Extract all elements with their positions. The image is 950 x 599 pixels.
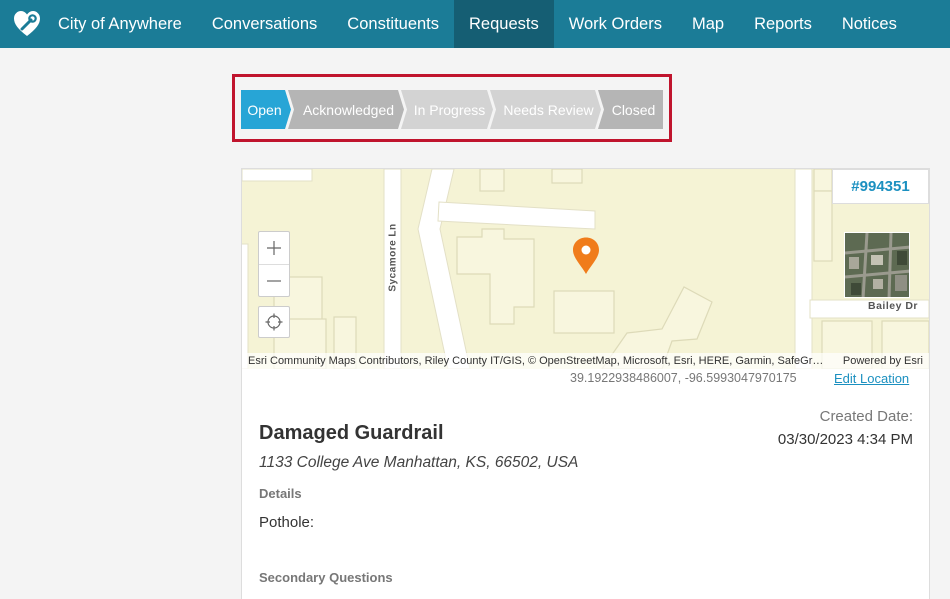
location-pin-icon[interactable] <box>571 236 601 276</box>
minus-icon <box>267 279 281 282</box>
street-label-bailey: Bailey Dr <box>868 300 919 312</box>
nav-item-constituents[interactable]: Constituents <box>332 0 454 48</box>
step-open[interactable]: Open <box>241 90 291 129</box>
request-title: Damaged Guardrail <box>259 422 444 444</box>
coordinates-readout: 39.1922938486007, -96.5993047970175 <box>570 371 797 385</box>
details-heading: Details <box>259 486 302 501</box>
edit-location-link[interactable]: Edit Location <box>834 371 909 386</box>
nav-item-conversations[interactable]: Conversations <box>197 0 332 48</box>
nav-item-notices[interactable]: Notices <box>827 0 912 48</box>
top-nav: City of Anywhere Conversations Constitue… <box>0 0 950 48</box>
plus-icon <box>267 241 281 255</box>
created-date-label: Created Date: <box>819 408 913 425</box>
zoom-out-button[interactable] <box>259 264 289 296</box>
nav-item-requests[interactable]: Requests <box>454 0 554 48</box>
location-map[interactable]: Sycamore Ln Bailey Dr #994351 Esri Commu… <box>242 169 929 369</box>
locate-button[interactable] <box>258 306 290 338</box>
nav-item-map[interactable]: Map <box>677 0 739 48</box>
zoom-in-button[interactable] <box>259 232 289 264</box>
nav-item-work-orders[interactable]: Work Orders <box>554 0 677 48</box>
step-acknowledged[interactable]: Acknowledged <box>288 90 404 129</box>
map-attribution: Esri Community Maps Contributors, Riley … <box>242 353 929 369</box>
status-stepper: Open Acknowledged In Progress Needs Revi… <box>241 90 663 129</box>
zoom-control <box>258 231 290 297</box>
request-address: 1133 College Ave Manhattan, KS, 66502, U… <box>259 454 579 471</box>
crosshair-icon <box>265 313 283 331</box>
street-label-sycamore: Sycamore Ln <box>388 222 399 292</box>
nav-item-reports[interactable]: Reports <box>739 0 827 48</box>
satellite-thumbnail-icon <box>845 233 909 297</box>
request-id-badge: #994351 <box>832 169 929 204</box>
secondary-questions-heading: Secondary Questions <box>259 570 393 585</box>
created-date-value: 03/30/2023 4:34 PM <box>777 431 913 448</box>
details-value: Pothole: <box>259 514 315 531</box>
powered-by-esri-link[interactable]: Powered by Esri <box>843 355 923 367</box>
step-in-progress[interactable]: In Progress <box>401 90 493 129</box>
step-closed[interactable]: Closed <box>598 90 663 129</box>
step-needs-review[interactable]: Needs Review <box>490 90 601 129</box>
attribution-text: Esri Community Maps Contributors, Riley … <box>248 355 828 367</box>
request-card: Sycamore Ln Bailey Dr #994351 Esri Commu… <box>241 168 930 599</box>
status-stepper-highlight: Open Acknowledged In Progress Needs Revi… <box>232 74 672 142</box>
app-logo-icon[interactable] <box>0 0 54 48</box>
basemap-toggle-button[interactable] <box>844 232 910 298</box>
nav-brand-link[interactable]: City of Anywhere <box>54 0 197 48</box>
